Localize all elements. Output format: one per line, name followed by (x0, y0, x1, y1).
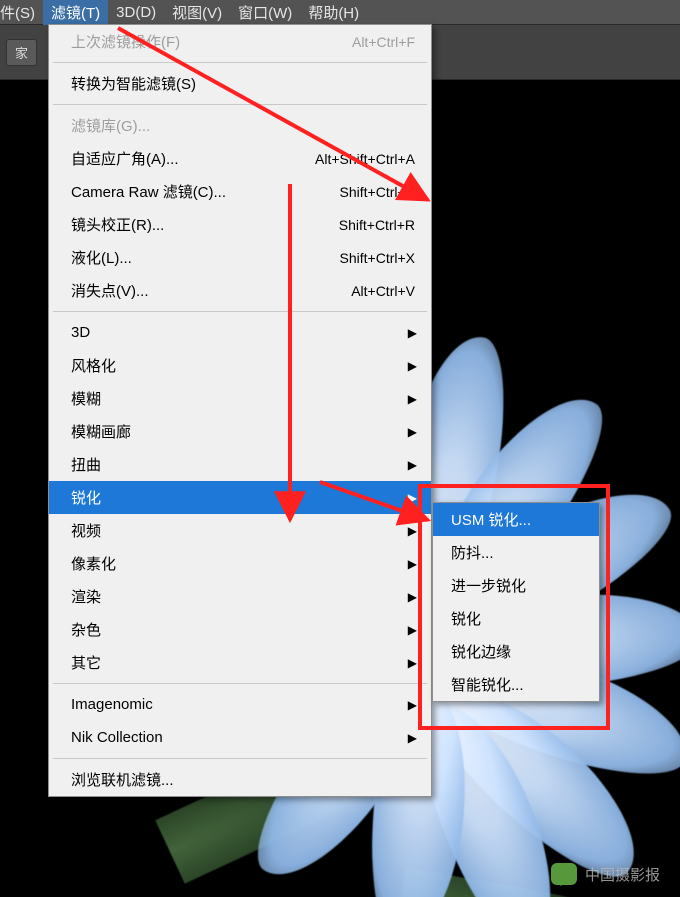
menu-stylize-submenu[interactable]: 风格化 ▶ (49, 349, 431, 382)
chevron-right-icon: ▶ (408, 524, 417, 538)
chevron-right-icon: ▶ (408, 731, 417, 745)
menu-separator (53, 683, 427, 684)
menu-video-submenu[interactable]: 视频 ▶ (49, 514, 431, 547)
menu-blur-submenu[interactable]: 模糊 ▶ (49, 382, 431, 415)
menu-adaptive-wide-angle[interactable]: 自适应广角(A)... Alt+Shift+Ctrl+A (49, 142, 431, 175)
menu-imagenomic-submenu[interactable]: Imagenomic ▶ (49, 688, 431, 721)
menu-usm-sharpen[interactable]: USM 锐化... (433, 503, 599, 536)
menu-separator (53, 311, 427, 312)
menu-shake-reduction[interactable]: 防抖... (433, 536, 599, 569)
menu-3d[interactable]: 3D(D) (108, 2, 164, 23)
menu-last-filter: 上次滤镜操作(F) Alt+Ctrl+F (49, 25, 431, 58)
menu-file-partial[interactable]: 件(S) (0, 0, 43, 25)
chevron-right-icon: ▶ (408, 557, 417, 571)
chevron-right-icon: ▶ (408, 425, 417, 439)
chevron-right-icon: ▶ (408, 656, 417, 670)
menu-noise-submenu[interactable]: 杂色 ▶ (49, 613, 431, 646)
menu-sharpen-submenu[interactable]: 锐化 ▶ (49, 481, 431, 514)
menu-3d-submenu[interactable]: 3D ▶ (49, 316, 431, 349)
menu-filter-gallery: 滤镜库(G)... (49, 109, 431, 142)
chevron-right-icon: ▶ (408, 491, 417, 505)
menu-convert-smart-filter[interactable]: 转换为智能滤镜(S) (49, 67, 431, 100)
menu-filter[interactable]: 滤镜(T) (43, 0, 108, 25)
menu-distort-submenu[interactable]: 扭曲 ▶ (49, 448, 431, 481)
watermark: 中国摄影报 (551, 863, 660, 885)
options-bar-button[interactable]: 家 (6, 39, 37, 66)
menu-separator (53, 104, 427, 105)
menu-smart-sharpen[interactable]: 智能锐化... (433, 668, 599, 701)
menu-vanishing-point[interactable]: 消失点(V)... Alt+Ctrl+V (49, 274, 431, 307)
filter-dropdown: 上次滤镜操作(F) Alt+Ctrl+F 转换为智能滤镜(S) 滤镜库(G)..… (48, 24, 432, 797)
menu-pixelate-submenu[interactable]: 像素化 ▶ (49, 547, 431, 580)
menu-help[interactable]: 帮助(H) (300, 0, 367, 25)
chevron-right-icon: ▶ (408, 392, 417, 406)
menu-sharpen[interactable]: 锐化 (433, 602, 599, 635)
menu-window[interactable]: 窗口(W) (230, 0, 300, 25)
menu-browse-online-filters[interactable]: 浏览联机滤镜... (49, 763, 431, 796)
menu-camera-raw-filter[interactable]: Camera Raw 滤镜(C)... Shift+Ctrl+A (49, 175, 431, 208)
chevron-right-icon: ▶ (408, 359, 417, 373)
menu-sharpen-more[interactable]: 进一步锐化 (433, 569, 599, 602)
chevron-right-icon: ▶ (408, 590, 417, 604)
menu-nik-collection-submenu[interactable]: Nik Collection ▶ (49, 721, 431, 754)
menu-render-submenu[interactable]: 渲染 ▶ (49, 580, 431, 613)
wechat-icon (551, 863, 577, 885)
chevron-right-icon: ▶ (408, 698, 417, 712)
menu-view[interactable]: 视图(V) (164, 0, 230, 25)
chevron-right-icon: ▶ (408, 458, 417, 472)
sharpen-submenu-panel: USM 锐化... 防抖... 进一步锐化 锐化 锐化边缘 智能锐化... (432, 502, 600, 702)
menu-liquify[interactable]: 液化(L)... Shift+Ctrl+X (49, 241, 431, 274)
watermark-text: 中国摄影报 (585, 864, 660, 885)
menu-separator (53, 758, 427, 759)
menu-separator (53, 62, 427, 63)
menu-lens-correction[interactable]: 镜头校正(R)... Shift+Ctrl+R (49, 208, 431, 241)
menu-other-submenu[interactable]: 其它 ▶ (49, 646, 431, 679)
chevron-right-icon: ▶ (408, 326, 417, 340)
menubar: 件(S) 滤镜(T) 3D(D) 视图(V) 窗口(W) 帮助(H) (0, 0, 680, 24)
chevron-right-icon: ▶ (408, 623, 417, 637)
menu-sharpen-edges[interactable]: 锐化边缘 (433, 635, 599, 668)
menu-blur-gallery-submenu[interactable]: 模糊画廊 ▶ (49, 415, 431, 448)
